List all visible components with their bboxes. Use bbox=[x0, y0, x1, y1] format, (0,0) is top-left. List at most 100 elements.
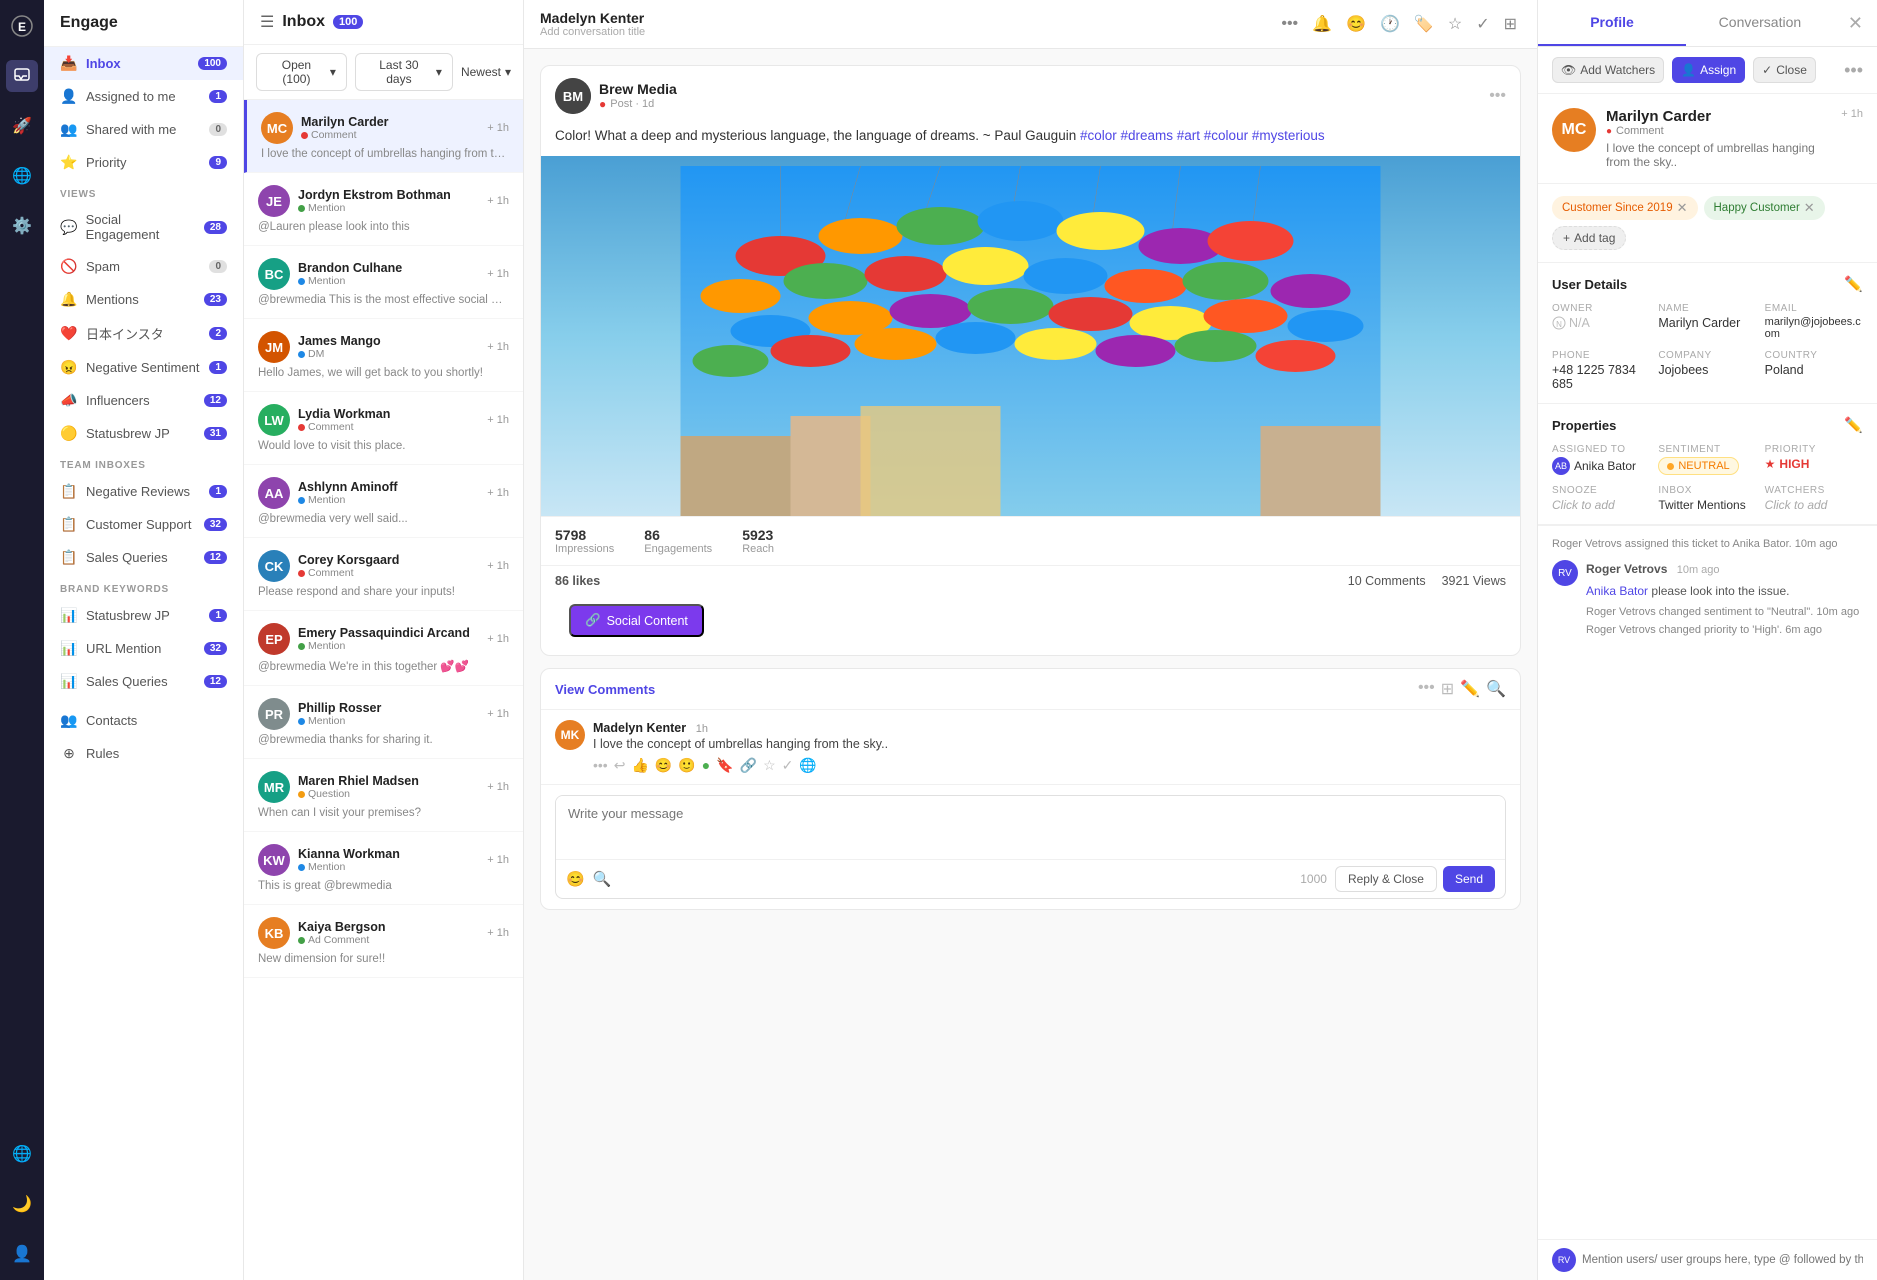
comment-action-more[interactable]: ••• bbox=[593, 757, 608, 774]
comment-search-icon[interactable]: 🔍 bbox=[1486, 679, 1506, 699]
sidebar-item-japanese[interactable]: ❤️ 日本インスタ 2 bbox=[44, 316, 243, 351]
assign-btn[interactable]: 👤 Assign bbox=[1672, 57, 1745, 83]
nav-rocket-icon[interactable]: 🚀 bbox=[6, 110, 38, 142]
tag-customer-since-close[interactable]: ✕ bbox=[1677, 200, 1688, 216]
panel-more-icon[interactable]: ••• bbox=[1844, 60, 1863, 81]
sidebar-item-rules[interactable]: ⊕ Rules bbox=[44, 737, 243, 770]
reply-attachment-icon[interactable]: 🔍 bbox=[593, 870, 612, 888]
inbox-list-item[interactable]: MC Marilyn Carder Comment + 1h I love th… bbox=[244, 100, 523, 173]
inbox-item-tag-label: Mention bbox=[308, 494, 345, 506]
comment-action-bookmark[interactable]: 🔖 bbox=[716, 757, 733, 774]
sidebar-item-mentions[interactable]: 🔔 Mentions 23 bbox=[44, 283, 243, 316]
add-watchers-btn[interactable]: 👁 Add Watchers bbox=[1552, 57, 1664, 83]
comment-action-translate[interactable]: 🌐 bbox=[799, 757, 816, 774]
inbox-item-top: LW Lydia Workman Comment + 1h bbox=[258, 404, 509, 436]
inbox-list-item[interactable]: JE Jordyn Ekstrom Bothman Mention + 1h @… bbox=[244, 173, 523, 246]
sort-btn[interactable]: Newest ▾ bbox=[461, 65, 511, 79]
social-content-btn[interactable]: 🔗 Social Content bbox=[569, 604, 704, 637]
inbox-list-item[interactable]: LW Lydia Workman Comment + 1h Would love… bbox=[244, 392, 523, 465]
clock-icon[interactable]: 🕐 bbox=[1376, 10, 1404, 38]
check-icon[interactable]: ✓ bbox=[1472, 10, 1493, 38]
comment-action-emoji[interactable]: 😊 bbox=[655, 757, 672, 774]
reply-send-btn[interactable]: Send bbox=[1443, 866, 1495, 892]
user-details-edit-icon[interactable]: ✏️ bbox=[1844, 275, 1863, 293]
open-filter-btn[interactable]: Open (100) ▾ bbox=[256, 53, 347, 91]
comment-expand-icon[interactable]: ⊞ bbox=[1441, 679, 1454, 699]
sidebar-item-url-mention[interactable]: 📊 URL Mention 32 bbox=[44, 632, 243, 665]
comment-action-link[interactable]: 🔗 bbox=[740, 757, 757, 774]
sidebar-item-sales-q2[interactable]: 📊 Sales Queries 12 bbox=[44, 665, 243, 698]
reply-emoji-icon[interactable]: 😊 bbox=[566, 870, 585, 888]
sidebar-item-social[interactable]: 💬 Social Engagement 28 bbox=[44, 204, 243, 250]
nav-user-icon[interactable]: 👤 bbox=[6, 1238, 38, 1270]
reply-close-btn[interactable]: Reply & Close bbox=[1335, 866, 1437, 892]
sidebar-item-sales-queries[interactable]: 📋 Sales Queries 12 bbox=[44, 541, 243, 574]
tag-happy-customer-close[interactable]: ✕ bbox=[1804, 200, 1815, 216]
sales-queries-icon: 📋 bbox=[60, 549, 78, 566]
tab-conversation[interactable]: Conversation bbox=[1686, 0, 1834, 46]
sidebar-item-statusbrew-kw[interactable]: 📊 Statusbrew JP 1 bbox=[44, 599, 243, 632]
date-filter-btn[interactable]: Last 30 days ▾ bbox=[355, 53, 453, 91]
inbox-count-badge: 100 bbox=[333, 15, 363, 29]
close-ticket-btn[interactable]: ✓ Close bbox=[1753, 57, 1816, 83]
sidebar-item-negative[interactable]: 😠 Negative Sentiment 1 bbox=[44, 351, 243, 384]
tag-icon[interactable]: 🏷️ bbox=[1410, 10, 1438, 38]
panel-close-icon[interactable]: ✕ bbox=[1834, 13, 1877, 34]
inbox-list-item[interactable]: KW Kianna Workman Mention + 1h This is g… bbox=[244, 832, 523, 905]
comment-action-green-circle[interactable]: ● bbox=[702, 757, 710, 774]
sidebar-item-priority[interactable]: ⭐ Priority 9 bbox=[44, 146, 243, 179]
inbox-item-avatar: EP bbox=[258, 623, 290, 655]
activity-mention-link[interactable]: Anika Bator bbox=[1586, 584, 1648, 598]
sidebar-item-statusbrew[interactable]: 🟡 Statusbrew JP 31 bbox=[44, 417, 243, 450]
menu-icon[interactable]: ☰ bbox=[260, 12, 274, 32]
sidebar-item-inbox[interactable]: 📥 Inbox 100 bbox=[44, 47, 243, 80]
tab-profile[interactable]: Profile bbox=[1538, 0, 1686, 46]
add-tag-btn[interactable]: + Add tag bbox=[1552, 226, 1626, 250]
prop-snooze-value[interactable]: Click to add bbox=[1552, 498, 1650, 512]
comment-action-star[interactable]: ☆ bbox=[763, 757, 776, 774]
comment-action-like[interactable]: 👍 bbox=[631, 757, 648, 774]
inbox-item-time: + 1h bbox=[487, 122, 509, 134]
view-comments-label[interactable]: View Comments bbox=[555, 682, 655, 697]
conversation-header-sub[interactable]: Add conversation title bbox=[540, 26, 1267, 38]
nav-globe-icon[interactable]: 🌐 bbox=[6, 1138, 38, 1170]
sidebar-item-spam[interactable]: 🚫 Spam 0 bbox=[44, 250, 243, 283]
add-tag-icon: + bbox=[1563, 231, 1570, 245]
comment-edit-icon[interactable]: ✏️ bbox=[1460, 679, 1480, 699]
comment-action-reply[interactable]: ↩ bbox=[614, 757, 626, 774]
grid-icon[interactable]: ⊞ bbox=[1500, 10, 1521, 38]
inbox-list-item[interactable]: BC Brandon Culhane Mention + 1h @brewmed… bbox=[244, 246, 523, 319]
inbox-list-item[interactable]: CK Corey Korsgaard Comment + 1h Please r… bbox=[244, 538, 523, 611]
reply-textarea[interactable] bbox=[556, 796, 1505, 856]
comment-action-check[interactable]: ✓ bbox=[782, 757, 794, 774]
sidebar-item-neg-reviews[interactable]: 📋 Negative Reviews 1 bbox=[44, 475, 243, 508]
inbox-item-info: Lydia Workman Comment bbox=[298, 407, 479, 433]
prop-watchers-value[interactable]: Click to add bbox=[1765, 498, 1863, 512]
sidebar-item-shared[interactable]: 👥 Shared with me 0 bbox=[44, 113, 243, 146]
bottom-reply-input[interactable] bbox=[1582, 1254, 1863, 1266]
inbox-list-item[interactable]: JM James Mango DM + 1h Hello James, we w… bbox=[244, 319, 523, 392]
detail-country-label: COUNTRY bbox=[1765, 350, 1863, 361]
inbox-list-item[interactable]: KB Kaiya Bergson Ad Comment + 1h New dim… bbox=[244, 905, 523, 978]
comment-more-icon[interactable]: ••• bbox=[1418, 679, 1435, 699]
inbox-item-top: EP Emery Passaquindici Arcand Mention + … bbox=[258, 623, 509, 655]
properties-edit-icon[interactable]: ✏️ bbox=[1844, 416, 1863, 434]
star-icon[interactable]: ☆ bbox=[1444, 10, 1466, 38]
emoji-icon[interactable]: 😊 bbox=[1342, 10, 1370, 38]
more-icon[interactable]: ••• bbox=[1277, 11, 1302, 37]
sidebar-item-customer-support[interactable]: 📋 Customer Support 32 bbox=[44, 508, 243, 541]
sidebar-item-influencers[interactable]: 📣 Influencers 12 bbox=[44, 384, 243, 417]
inbox-list-item[interactable]: EP Emery Passaquindici Arcand Mention + … bbox=[244, 611, 523, 686]
post-more-icon[interactable]: ••• bbox=[1489, 87, 1506, 105]
bell-icon[interactable]: 🔔 bbox=[1308, 10, 1336, 38]
nav-moon-icon[interactable]: 🌙 bbox=[6, 1188, 38, 1220]
comment-action-smile[interactable]: 🙂 bbox=[678, 757, 695, 774]
inbox-list-item[interactable]: PR Phillip Rosser Mention + 1h @brewmedi… bbox=[244, 686, 523, 759]
nav-settings-icon[interactable]: ⚙️ bbox=[6, 210, 38, 242]
sidebar-item-contacts[interactable]: 👥 Contacts bbox=[44, 704, 243, 737]
inbox-list-item[interactable]: MR Maren Rhiel Madsen Question + 1h When… bbox=[244, 759, 523, 832]
nav-compass-icon[interactable]: 🌐 bbox=[6, 160, 38, 192]
nav-inbox-icon[interactable] bbox=[6, 60, 38, 92]
sidebar-item-assigned[interactable]: 👤 Assigned to me 1 bbox=[44, 80, 243, 113]
inbox-list-item[interactable]: AA Ashlynn Aminoff Mention + 1h @brewmed… bbox=[244, 465, 523, 538]
